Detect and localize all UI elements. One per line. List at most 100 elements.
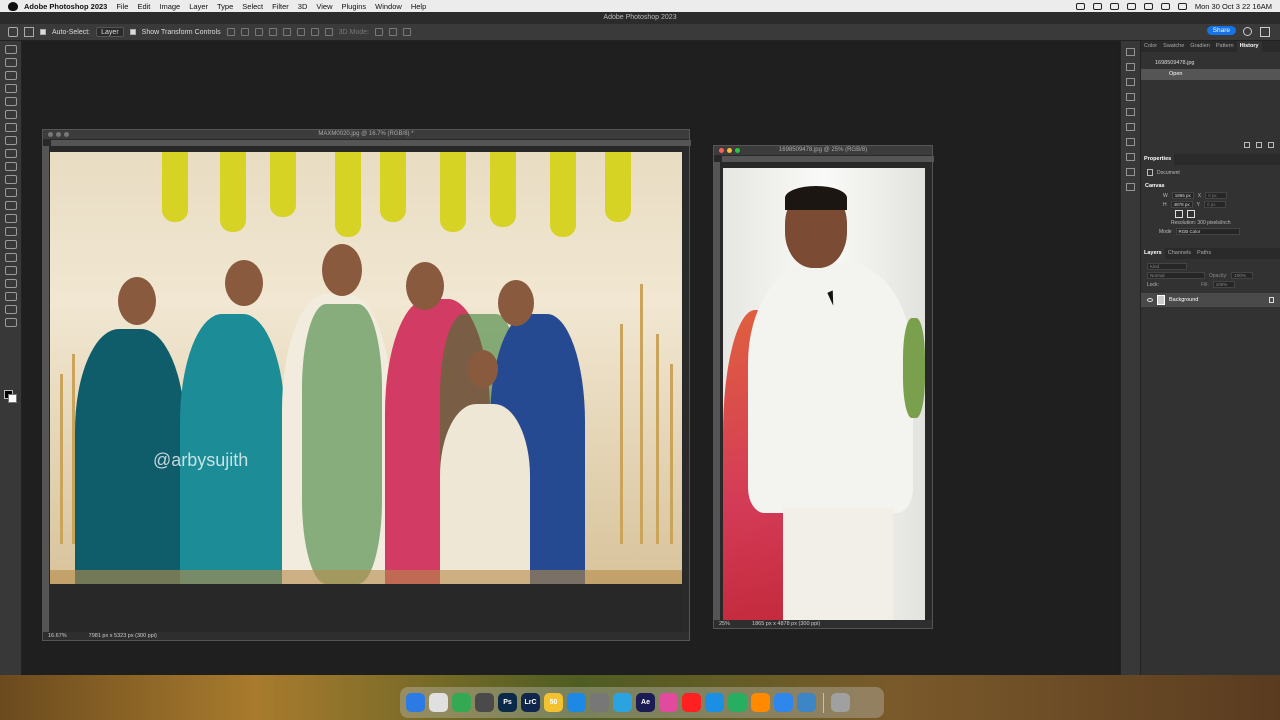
y-field[interactable]: 0 px	[1203, 201, 1226, 208]
status-icon[interactable]	[1109, 2, 1119, 10]
quick-select-tool-icon[interactable]	[5, 84, 17, 93]
dock-app-icon[interactable]	[682, 693, 701, 712]
dock-app-icon[interactable]	[728, 693, 747, 712]
menu-window[interactable]: Window	[375, 2, 402, 11]
distribute-icon[interactable]	[310, 28, 319, 36]
dock-app-icon[interactable]	[797, 693, 816, 712]
hand-tool-icon[interactable]	[5, 292, 17, 301]
status-icon[interactable]	[1092, 2, 1102, 10]
zoom-window-icon[interactable]	[735, 148, 740, 153]
clone-source-icon[interactable]	[1126, 123, 1135, 131]
adjustments-icon[interactable]	[1126, 93, 1135, 101]
document-dimensions[interactable]: 1865 px x 4878 px (300 ppi)	[752, 620, 820, 628]
dock-app-icon[interactable]	[429, 693, 448, 712]
dock-app-icon[interactable]	[567, 693, 586, 712]
menu-layer[interactable]: Layer	[189, 2, 208, 11]
canvas-section[interactable]: Canvas	[1141, 181, 1280, 191]
blur-tool-icon[interactable]	[5, 214, 17, 223]
type-tool-icon[interactable]	[5, 253, 17, 262]
frame-tool-icon[interactable]	[5, 110, 17, 119]
auto-select-checkbox[interactable]	[40, 29, 46, 35]
character-icon[interactable]	[1126, 138, 1135, 146]
kind-filter-dropdown[interactable]: Kind	[1147, 263, 1187, 270]
tab-properties[interactable]: Properties	[1141, 154, 1175, 165]
crop-tool-icon[interactable]	[5, 97, 17, 106]
dock-app-icon[interactable]	[659, 693, 678, 712]
3d-orbit-icon[interactable]	[375, 28, 383, 36]
eraser-tool-icon[interactable]	[5, 188, 17, 197]
home-icon[interactable]	[8, 27, 18, 37]
tab-patterns[interactable]: Pattern	[1213, 41, 1237, 52]
document-title-bar[interactable]: 1698509478.jpg @ 25% (RGB/8)	[714, 146, 932, 155]
tab-history[interactable]: History	[1236, 41, 1262, 52]
tab-gradients[interactable]: Gradien	[1187, 41, 1213, 52]
tab-channels[interactable]: Channels	[1165, 248, 1194, 259]
menu-type[interactable]: Type	[217, 2, 233, 11]
dock-app-icon[interactable]	[705, 693, 724, 712]
menu-app-name[interactable]: Adobe Photoshop 2023	[24, 2, 107, 11]
status-icon[interactable]	[1075, 2, 1085, 10]
brush-settings-icon[interactable]	[1126, 108, 1135, 116]
layer-row-background[interactable]: Background	[1141, 293, 1280, 307]
3d-pan-icon[interactable]	[403, 28, 411, 36]
gradient-tool-icon[interactable]	[5, 201, 17, 210]
menu-image[interactable]: Image	[159, 2, 180, 11]
menu-filter[interactable]: Filter	[272, 2, 289, 11]
opacity-field[interactable]: 100%	[1231, 272, 1254, 279]
zoom-level[interactable]: 16.67%	[48, 632, 67, 640]
vertical-ruler[interactable]	[43, 146, 49, 632]
menubar-clock[interactable]: Mon 30 Oct 3 22 16AM	[1195, 2, 1272, 11]
align-left-icon[interactable]	[268, 28, 277, 36]
dock-app-icon[interactable]	[613, 693, 632, 712]
pen-tool-icon[interactable]	[5, 240, 17, 249]
clone-stamp-tool-icon[interactable]	[5, 162, 17, 171]
eye-icon[interactable]	[1147, 298, 1153, 302]
dock-app-icon[interactable]: Ae	[636, 693, 655, 712]
battery-icon[interactable]	[1126, 2, 1136, 10]
search-icon[interactable]	[1160, 2, 1170, 10]
window-controls[interactable]	[719, 148, 740, 153]
window-controls[interactable]	[48, 132, 69, 137]
path-select-tool-icon[interactable]	[5, 266, 17, 275]
dock-app-icon[interactable]: Ps	[498, 693, 517, 712]
background-color-swatch[interactable]	[8, 394, 17, 403]
tab-layers[interactable]: Layers	[1141, 248, 1165, 259]
play-action-icon[interactable]	[1126, 48, 1135, 56]
history-state-open[interactable]: Open	[1141, 69, 1280, 80]
dock-app-icon[interactable]	[774, 693, 793, 712]
wifi-icon[interactable]	[1143, 2, 1153, 10]
tab-swatches[interactable]: Swatche	[1160, 41, 1187, 52]
document-dimensions[interactable]: 7981 px x 5323 px (300 ppi)	[89, 632, 157, 640]
layer-name[interactable]: Background	[1169, 297, 1198, 303]
align-middle-icon[interactable]	[240, 28, 249, 36]
brush-tool-icon[interactable]	[5, 149, 17, 158]
zoom-tool-icon[interactable]	[5, 305, 17, 314]
width-field[interactable]: 1865 px	[1171, 192, 1194, 199]
close-window-icon[interactable]	[719, 148, 724, 153]
rectangle-tool-icon[interactable]	[5, 279, 17, 288]
paths-icon[interactable]	[1126, 78, 1135, 86]
layer-comps-icon[interactable]	[1126, 63, 1135, 71]
more-tools-icon[interactable]	[5, 318, 17, 327]
menu-3d[interactable]: 3D	[298, 2, 308, 11]
workspace-icon[interactable]	[1260, 27, 1270, 37]
menu-plugins[interactable]: Plugins	[342, 2, 367, 11]
align-center-icon[interactable]	[282, 28, 291, 36]
apple-menu-icon[interactable]	[8, 1, 18, 11]
trash-icon[interactable]	[1268, 142, 1274, 148]
align-bottom-icon[interactable]	[254, 28, 263, 36]
minimize-window-icon[interactable]	[727, 148, 732, 153]
history-brush-tool-icon[interactable]	[5, 175, 17, 184]
trash-dock-icon[interactable]	[831, 693, 850, 712]
document-title-bar[interactable]: MAXM0020.jpg @ 16.7% (RGB/8) *	[43, 130, 689, 139]
history-snapshot[interactable]: 1698509478.jpg	[1141, 58, 1280, 69]
eyedropper-tool-icon[interactable]	[5, 123, 17, 132]
dock-app-icon[interactable]: LrC	[521, 693, 540, 712]
menu-select[interactable]: Select	[242, 2, 263, 11]
fill-field[interactable]: 100%	[1212, 281, 1235, 288]
share-button[interactable]: Share	[1206, 26, 1236, 35]
control-center-icon[interactable]	[1177, 2, 1187, 10]
dock-app-icon[interactable]	[452, 693, 471, 712]
mode-dropdown[interactable]: RGB Color	[1175, 228, 1240, 235]
glyphs-icon[interactable]	[1126, 168, 1135, 176]
